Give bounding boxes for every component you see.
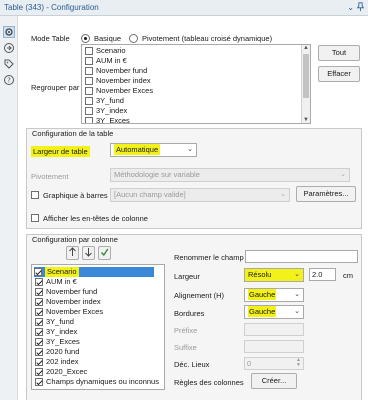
mode-label: Mode Table <box>31 34 70 43</box>
width-mode-select[interactable]: Résolu ⌄ <box>244 268 304 282</box>
chevron-down-icon: ⌄ <box>294 291 300 298</box>
alignment-label: Alignement (H) <box>174 291 225 300</box>
checkbox[interactable] <box>35 348 43 356</box>
radio-pivot[interactable] <box>129 34 138 43</box>
checkbox[interactable] <box>85 117 93 123</box>
borders-select[interactable]: Gauche ⌄ <box>244 305 304 319</box>
chevron-down-icon[interactable]: ⌄ <box>347 3 354 12</box>
suffix-label: Suffixe <box>174 343 197 352</box>
width-label: Largeur <box>174 272 200 281</box>
borders-value: Gauche <box>248 306 277 317</box>
bar-chart-checkbox[interactable] <box>31 191 39 199</box>
column-list[interactable]: Scenario AUM in € November fund November… <box>31 264 165 390</box>
alignment-value: Gauche <box>248 289 277 300</box>
move-up-button[interactable] <box>66 246 79 260</box>
title-bar: Table (343) - Configuration ⌄ <box>0 0 368 16</box>
chevron-down-icon: ⌄ <box>280 191 286 198</box>
pivot-label: Pivotement <box>31 172 69 181</box>
parameters-button[interactable]: Paramètres... <box>296 186 356 202</box>
checkmark-icon <box>100 248 109 257</box>
select-all-button[interactable]: Tout <box>318 45 360 61</box>
pivot-select[interactable]: Méthodologie sur variable ⌄ <box>110 168 350 182</box>
bar-chart-label: Graphique à barres <box>43 191 108 200</box>
list-item[interactable]: Scenario <box>34 267 154 277</box>
table-width-select[interactable]: Automatique ⌄ <box>110 143 197 157</box>
checkbox[interactable] <box>35 328 43 336</box>
decimals-stepper[interactable]: 0 ▲ ▼ <box>244 357 304 370</box>
chevron-down-icon: ⌄ <box>294 308 300 315</box>
rename-field-input[interactable] <box>245 250 358 263</box>
pivot-placeholder: Méthodologie sur variable <box>114 170 200 179</box>
window-title: Table (343) - Configuration <box>4 3 99 12</box>
checkbox[interactable] <box>35 298 43 306</box>
decimals-value: 0 <box>247 359 252 368</box>
gear-icon[interactable] <box>3 26 15 38</box>
chevron-down-icon: ⌄ <box>340 171 346 178</box>
prefix-label: Préfixe <box>174 326 198 335</box>
bar-chart-field-select[interactable]: [Aucun champ valide] ⌄ <box>110 188 290 202</box>
rename-field-label: Renommer le champ <box>174 253 244 262</box>
checkbox[interactable] <box>85 97 93 105</box>
width-mode-value: Résolu <box>248 270 272 279</box>
borders-label: Bordures <box>174 309 205 318</box>
checkbox[interactable] <box>35 318 43 326</box>
width-number-input[interactable]: 2.0 <box>309 268 336 281</box>
create-rule-button[interactable]: Créer... <box>251 373 297 389</box>
decimals-label: Déc. Lieux <box>174 360 210 369</box>
checkbox[interactable] <box>35 288 43 296</box>
chevron-down-icon: ⌄ <box>187 146 193 153</box>
checkbox[interactable] <box>85 57 93 65</box>
checkbox[interactable] <box>35 308 43 316</box>
checkbox[interactable] <box>35 368 43 376</box>
radio-pivot-label[interactable]: Pivotement (tableau croisé dynamique) <box>142 34 272 43</box>
column-rules-label: Règles des colonnes <box>174 378 244 387</box>
stepper-arrows-icon: ▲ ▼ <box>296 357 301 368</box>
checkbox[interactable] <box>35 338 43 346</box>
table-width-value: Automatique <box>114 144 161 155</box>
move-down-button[interactable] <box>82 246 95 260</box>
group-by-list[interactable]: Scenario AUM in € November fund November… <box>81 44 311 124</box>
alignment-select[interactable]: Gauche ⌄ <box>244 288 304 302</box>
show-headers-label: Afficher les en-têtes de colonne <box>43 214 148 223</box>
width-unit: cm <box>343 271 353 280</box>
column-config-title: Configuration par colonne <box>32 235 118 244</box>
chevron-down-icon: ⌄ <box>294 271 300 278</box>
arrows-icon[interactable] <box>3 42 15 54</box>
group-by-scrollbar[interactable]: ▲ ▼ <box>301 45 310 123</box>
prefix-input[interactable] <box>244 323 304 336</box>
arrow-down-icon <box>85 248 92 257</box>
table-config-title: Configuration de la table <box>32 129 114 138</box>
checkbox[interactable] <box>85 67 93 75</box>
help-icon[interactable]: ? <box>3 74 15 86</box>
tool-sidebar: ? <box>0 16 18 400</box>
radio-basic[interactable] <box>81 34 90 43</box>
arrow-up-icon <box>69 247 76 256</box>
bar-chart-field-value: [Aucun champ valide] <box>114 190 186 199</box>
pin-icon[interactable] <box>356 2 365 12</box>
checkbox[interactable] <box>85 77 93 85</box>
tag-icon[interactable] <box>3 58 15 70</box>
checkbox[interactable] <box>85 107 93 115</box>
svg-text:?: ? <box>7 77 11 85</box>
group-by-label: Regrouper par <box>31 83 80 92</box>
check-all-button[interactable] <box>98 246 111 260</box>
checkbox[interactable] <box>85 87 93 95</box>
clear-button[interactable]: Effacer <box>318 66 360 82</box>
checkbox[interactable] <box>34 268 42 276</box>
table-width-label: Largeur de table <box>31 146 90 157</box>
show-headers-checkbox[interactable] <box>31 214 39 222</box>
checkbox[interactable] <box>35 278 43 286</box>
suffix-input[interactable] <box>244 340 304 353</box>
checkbox[interactable] <box>35 378 43 386</box>
checkbox[interactable] <box>85 47 93 55</box>
radio-basic-label[interactable]: Basique <box>94 34 121 43</box>
checkbox[interactable] <box>35 358 43 366</box>
